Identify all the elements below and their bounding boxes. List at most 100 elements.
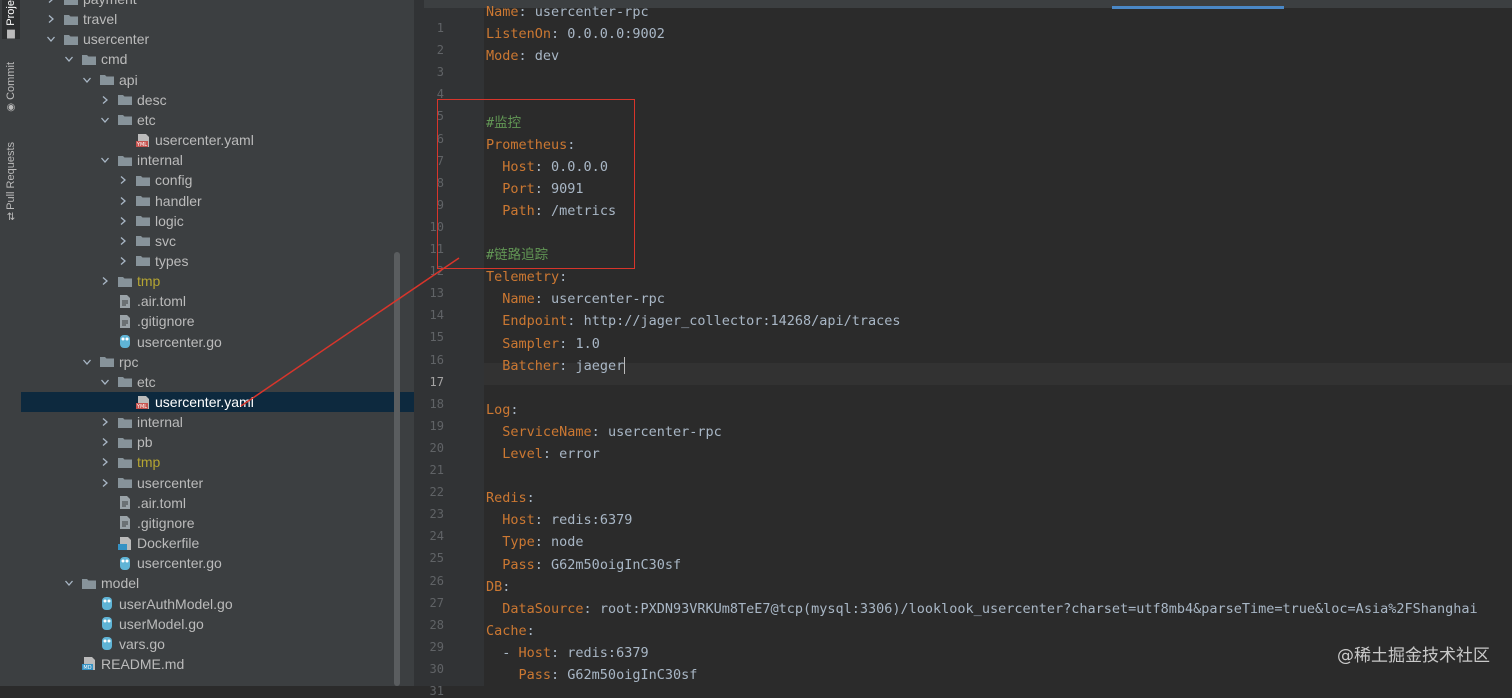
code-line[interactable]: Name: usercenter-rpc (486, 1, 649, 23)
tree-item[interactable]: YML usercenter.yaml (21, 130, 414, 150)
tree-item[interactable]: .air.toml (21, 493, 414, 513)
code-line[interactable]: Telemetry: (486, 266, 567, 288)
tree-item-label: payment (83, 0, 137, 7)
docker-file-icon (117, 536, 133, 550)
tree-item[interactable]: handler (21, 191, 414, 211)
chevron-right-icon[interactable] (117, 195, 129, 207)
chevron-right-icon[interactable] (117, 235, 129, 247)
chevron-right-icon[interactable] (99, 94, 111, 106)
panel-divider[interactable] (414, 0, 424, 686)
tree-item[interactable]: usercenter.go (21, 553, 414, 573)
yaml-separator: : (518, 48, 535, 65)
tree-item[interactable]: YML usercenter.yaml (21, 392, 414, 412)
chevron-right-icon[interactable] (99, 477, 111, 489)
chevron-right-icon[interactable] (99, 416, 111, 428)
code-line[interactable]: Type: node (486, 531, 583, 553)
tree-item[interactable]: .air.toml (21, 291, 414, 311)
tree-item[interactable]: usercenter (21, 29, 414, 49)
tree-item[interactable]: usercenter.go (21, 332, 414, 352)
tree-item[interactable]: cmd (21, 49, 414, 69)
code-line[interactable]: ServiceName: usercenter-rpc (486, 421, 721, 443)
tool-tab-proje[interactable]: Proje ▆ (2, 0, 20, 39)
go-file-icon (99, 597, 115, 611)
yaml-value: redis:6379 (551, 512, 633, 529)
tree-item[interactable]: vars.go (21, 634, 414, 654)
chevron-down-icon[interactable] (99, 114, 111, 126)
chevron-right-icon[interactable] (117, 255, 129, 267)
code-line[interactable]: Port: 9091 (486, 178, 583, 200)
tree-item[interactable]: pb (21, 432, 414, 452)
chevron-down-icon[interactable] (81, 74, 93, 86)
code-line[interactable]: Host: 0.0.0.0 (486, 156, 608, 178)
tree-item[interactable]: etc (21, 110, 414, 130)
chevron-right-icon[interactable] (45, 0, 57, 5)
folder-icon (135, 194, 151, 208)
code-line[interactable]: Sampler: 1.0 (486, 333, 600, 355)
tree-item[interactable]: api (21, 70, 414, 90)
tree-item[interactable]: payment (21, 0, 414, 9)
tree-item[interactable]: rpc (21, 352, 414, 372)
tree-item[interactable]: internal (21, 150, 414, 170)
code-line[interactable]: #监控 (486, 112, 521, 134)
chevron-right-icon[interactable] (117, 215, 129, 227)
code-line[interactable]: DB: (486, 576, 510, 598)
tree-item[interactable]: travel (21, 9, 414, 29)
tool-tab-commit[interactable]: Commit ◉ (2, 62, 20, 113)
code-line[interactable]: #链路追踪 (486, 244, 548, 266)
code-line[interactable]: Name: usercenter-rpc (486, 288, 665, 310)
code-line[interactable]: Pass: G62m50oigInC30sf (486, 664, 698, 686)
chevron-right-icon[interactable] (99, 275, 111, 287)
yaml-separator: : (502, 578, 511, 595)
tree-item[interactable]: logic (21, 211, 414, 231)
line-number: 4 (436, 87, 444, 102)
code-line[interactable]: Log: (486, 399, 519, 421)
tree-item[interactable]: Dockerfile (21, 533, 414, 553)
tree-item[interactable]: config (21, 170, 414, 190)
code-line[interactable]: Endpoint: http://jager_collector:14268/a… (486, 310, 900, 332)
chevron-down-icon[interactable] (45, 33, 57, 45)
code-line[interactable]: - Host: redis:6379 (486, 642, 648, 664)
code-editor[interactable]: 1 2 3 4 5 6 7 8 9 10 11 12 13 14 15 16 17 18 19 20 21 22 23 24 2… (424, 0, 1512, 698)
tree-item[interactable]: desc (21, 90, 414, 110)
chevron-right-icon[interactable] (117, 174, 129, 186)
tree-item[interactable]: model (21, 573, 414, 593)
code-line[interactable]: Path: /metrics (486, 200, 616, 222)
project-tree[interactable]: payment travel usercenter cmd api desc etc YML u… (21, 0, 414, 686)
tree-item[interactable]: types (21, 251, 414, 271)
tree-item[interactable]: .gitignore (21, 311, 414, 331)
chevron-down-icon[interactable] (81, 356, 93, 368)
tree-item[interactable]: userModel.go (21, 614, 414, 634)
tree-item-label: .air.toml (137, 293, 187, 310)
code-line[interactable]: DataSource: root:PXDN93VRKUm8TeE7@tcp(my… (486, 598, 1477, 620)
tree-item[interactable]: usercenter (21, 473, 414, 493)
code-line[interactable]: Batcher: jaeger (486, 355, 626, 377)
tree-item-label: travel (83, 11, 118, 28)
code-line[interactable]: ListenOn: 0.0.0.0:9002 (486, 23, 665, 45)
code-line[interactable]: Mode: dev (486, 45, 559, 67)
tree-item[interactable]: userAuthModel.go (21, 594, 414, 614)
tool-tab-pull-requests[interactable]: Pull Requests ⇅ (2, 142, 20, 223)
chevron-down-icon[interactable] (63, 53, 75, 65)
tree-item[interactable]: MD README.md (21, 654, 414, 674)
chevron-down-icon[interactable] (63, 577, 75, 589)
tree-item-label: config (155, 172, 193, 189)
code-line[interactable]: Level: error (486, 443, 600, 465)
chevron-down-icon[interactable] (99, 376, 111, 388)
tree-item[interactable]: tmp (21, 271, 414, 291)
chevron-right-icon[interactable] (45, 13, 57, 25)
tree-item[interactable]: etc (21, 372, 414, 392)
chevron-down-icon[interactable] (99, 154, 111, 166)
code-line[interactable]: Cache: (486, 620, 535, 642)
tree-item[interactable]: internal (21, 412, 414, 432)
chevron-right-icon[interactable] (99, 456, 111, 468)
code-line[interactable]: Host: redis:6379 (486, 509, 632, 531)
tree-item[interactable]: tmp (21, 452, 414, 472)
tree-scrollbar[interactable] (394, 252, 400, 686)
code-line[interactable]: Pass: G62m50oigInC30sf (486, 554, 681, 576)
chevron-right-icon[interactable] (99, 436, 111, 448)
tree-item[interactable]: svc (21, 231, 414, 251)
code-line[interactable]: Prometheus: (486, 134, 575, 156)
code-line[interactable]: Redis: (486, 487, 535, 509)
tree-item[interactable]: .gitignore (21, 513, 414, 533)
